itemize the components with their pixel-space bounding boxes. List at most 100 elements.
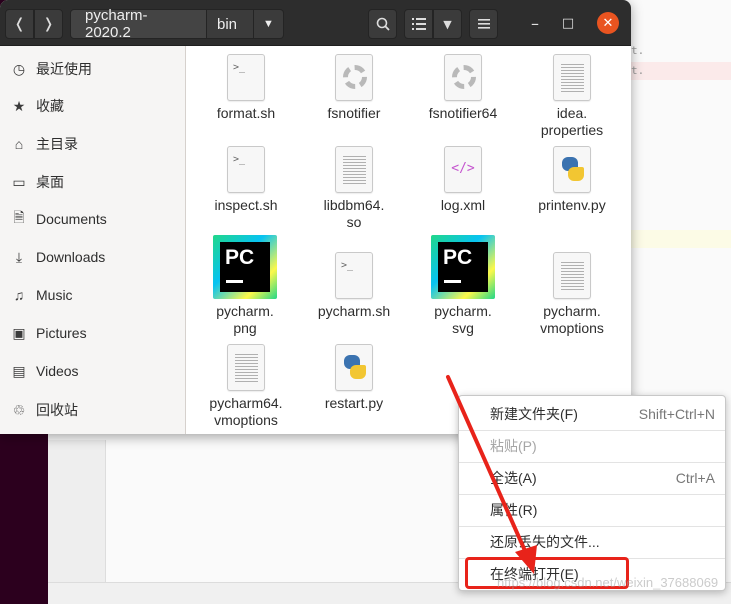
sidebar-item-label: 桌面: [36, 174, 64, 190]
file-name: log.xml: [440, 197, 486, 213]
sidebar-item-recent[interactable]: ◷ 最近使用: [0, 50, 186, 88]
list-view-icon: [411, 18, 426, 30]
menu-item-paste[interactable]: 粘贴(P): [459, 431, 725, 461]
executable-icon: [444, 54, 482, 101]
file-item-libdbm64-so[interactable]: libdbm64. so: [299, 146, 409, 231]
terminal-script-icon: >_: [335, 252, 373, 299]
file-name: format.sh: [216, 105, 276, 121]
menu-item-shortcut: Shift+Ctrl+N: [638, 406, 715, 422]
menu-item-label: 还原丢失的文件...: [490, 534, 600, 550]
python-file-icon: [335, 344, 373, 391]
maximize-button[interactable]: □: [557, 12, 579, 34]
file-item-inspect-sh[interactable]: >_ inspect.sh: [191, 146, 301, 214]
text-file-icon: [227, 344, 265, 391]
file-item-log-xml[interactable]: </> log.xml: [408, 146, 518, 214]
menu-item-properties[interactable]: 属性(R): [459, 495, 725, 525]
file-item-restart-py[interactable]: restart.py: [299, 344, 409, 412]
sidebar-item-label: 收藏: [36, 98, 64, 114]
home-icon: ⌂: [14, 136, 24, 152]
music-icon: ♫: [13, 287, 25, 303]
maximize-icon: □: [561, 15, 575, 31]
file-name: pycharm.sh: [317, 303, 391, 319]
back-button[interactable]: ❬: [5, 9, 34, 39]
editor-highlight-line: [628, 230, 731, 248]
file-item-pycharm64-vmoptions[interactable]: pycharm64. vmoptions: [191, 344, 301, 429]
file-name: pycharm. svg: [434, 303, 492, 336]
sidebar-item-label: 回收站: [36, 402, 78, 418]
picture-icon: ▣: [12, 324, 26, 341]
file-item-pycharm-vmoptions[interactable]: pycharm. vmoptions: [517, 252, 627, 337]
xml-file-icon: </>: [444, 146, 482, 193]
file-name: pycharm. png: [216, 303, 274, 336]
sidebar-item-pictures[interactable]: ▣ Pictures: [0, 314, 186, 352]
file-item-fsnotifier[interactable]: fsnotifier: [299, 54, 409, 122]
file-name: fsnotifier: [327, 105, 381, 121]
sidebar-item-label: Downloads: [36, 249, 106, 265]
sidebar-item-label: 主目录: [36, 136, 78, 152]
menu-item-restore-missing[interactable]: 还原丢失的文件...: [459, 527, 725, 557]
clock-icon: ◷: [12, 60, 26, 77]
breadcrumb-pycharm[interactable]: pycharm-2020.2: [70, 7, 207, 41]
path-bar: pycharm-2020.2 bin ▼: [70, 7, 284, 41]
file-name: pycharm. vmoptions: [540, 303, 604, 336]
minimize-icon: –: [531, 13, 539, 33]
menu-item-select-all[interactable]: 全选(A) Ctrl+A: [459, 463, 725, 493]
search-button[interactable]: [368, 9, 397, 39]
watermark-text: https://blog.csdn.net/weixin_37688069: [497, 575, 719, 590]
path-menu-button[interactable]: ▼: [254, 9, 284, 39]
sidebar-item-desktop[interactable]: ▭ 桌面: [0, 163, 186, 201]
caret-down-icon: ▼: [263, 18, 274, 30]
text-file-icon: [335, 146, 373, 193]
terminal-script-icon: >_: [227, 54, 265, 101]
chevron-left-icon: ❬: [13, 16, 26, 32]
sidebar-item-label: Pictures: [36, 325, 87, 341]
video-icon: ▤: [12, 362, 26, 379]
file-item-idea-properties[interactable]: idea. properties: [517, 54, 627, 139]
pycharm-logo-icon: PC: [431, 235, 495, 299]
sidebar-item-home[interactable]: ⌂ 主目录: [0, 125, 186, 163]
minimize-button[interactable]: –: [524, 12, 546, 34]
desktop-icon: ▭: [12, 173, 26, 190]
sidebar-item-starred[interactable]: ★ 收藏: [0, 87, 186, 125]
file-grid: >_ format.sh fsnotifier fsnotifier64 ide…: [187, 46, 631, 434]
file-manager-window: ❬ ❭ pycharm-2020.2 bin ▼ ▼ – □ ✕ ◷ 最近使用 …: [0, 0, 631, 434]
file-item-fsnotifier64[interactable]: fsnotifier64: [408, 54, 518, 122]
sidebar-item-videos[interactable]: ▤ Videos: [0, 352, 186, 390]
sidebar-item-documents[interactable]: 🗎 Documents: [0, 200, 186, 238]
file-item-pycharm-svg[interactable]: PC pycharm. svg: [408, 235, 518, 337]
star-icon: ★: [12, 97, 26, 114]
view-options-button[interactable]: ▼: [433, 9, 462, 39]
sidebar-item-music[interactable]: ♫ Music: [0, 276, 186, 314]
main-menu-button[interactable]: [469, 9, 498, 39]
python-file-icon: [553, 146, 591, 193]
menu-item-label: 属性(R): [490, 502, 538, 518]
menu-item-label: 新建文件夹(F): [490, 406, 578, 422]
editor-text-fragment: t.: [631, 64, 645, 77]
file-item-pycharm-png[interactable]: PC pycharm. png: [190, 235, 300, 337]
menu-item-new-folder[interactable]: 新建文件夹(F) Shift+Ctrl+N: [459, 399, 725, 429]
chevron-right-icon: ❭: [42, 16, 55, 32]
file-item-printenv-py[interactable]: printenv.py: [517, 146, 627, 214]
sidebar-item-trash[interactable]: ♲ 回收站: [0, 391, 186, 429]
sidebar-item-label: Documents: [36, 211, 107, 227]
executable-icon: [335, 54, 373, 101]
sidebar-item-downloads[interactable]: ⤓ Downloads: [0, 238, 186, 276]
file-name: printenv.py: [538, 197, 606, 213]
sidebar-item-label: Videos: [36, 363, 79, 379]
text-file-icon: [553, 252, 591, 299]
headerbar: ❬ ❭ pycharm-2020.2 bin ▼ ▼ – □ ✕: [0, 0, 631, 46]
pycharm-logo-icon: PC: [213, 235, 277, 299]
download-icon: ⤓: [15, 248, 23, 265]
forward-button[interactable]: ❭: [34, 9, 63, 39]
view-toggle-button[interactable]: [404, 9, 433, 39]
breadcrumb-bin[interactable]: bin: [207, 9, 254, 39]
file-item-pycharm-sh[interactable]: >_ pycharm.sh: [299, 252, 409, 320]
terminal-script-icon: >_: [227, 146, 265, 193]
editor-gutter: [48, 440, 106, 604]
document-icon: 🗎: [13, 209, 25, 225]
menu-item-label: 全选(A): [490, 470, 537, 486]
menu-item-shortcut: Ctrl+A: [675, 470, 715, 486]
file-name: libdbm64. so: [323, 197, 385, 230]
close-button[interactable]: ✕: [597, 12, 619, 34]
file-item-format-sh[interactable]: >_ format.sh: [191, 54, 301, 122]
